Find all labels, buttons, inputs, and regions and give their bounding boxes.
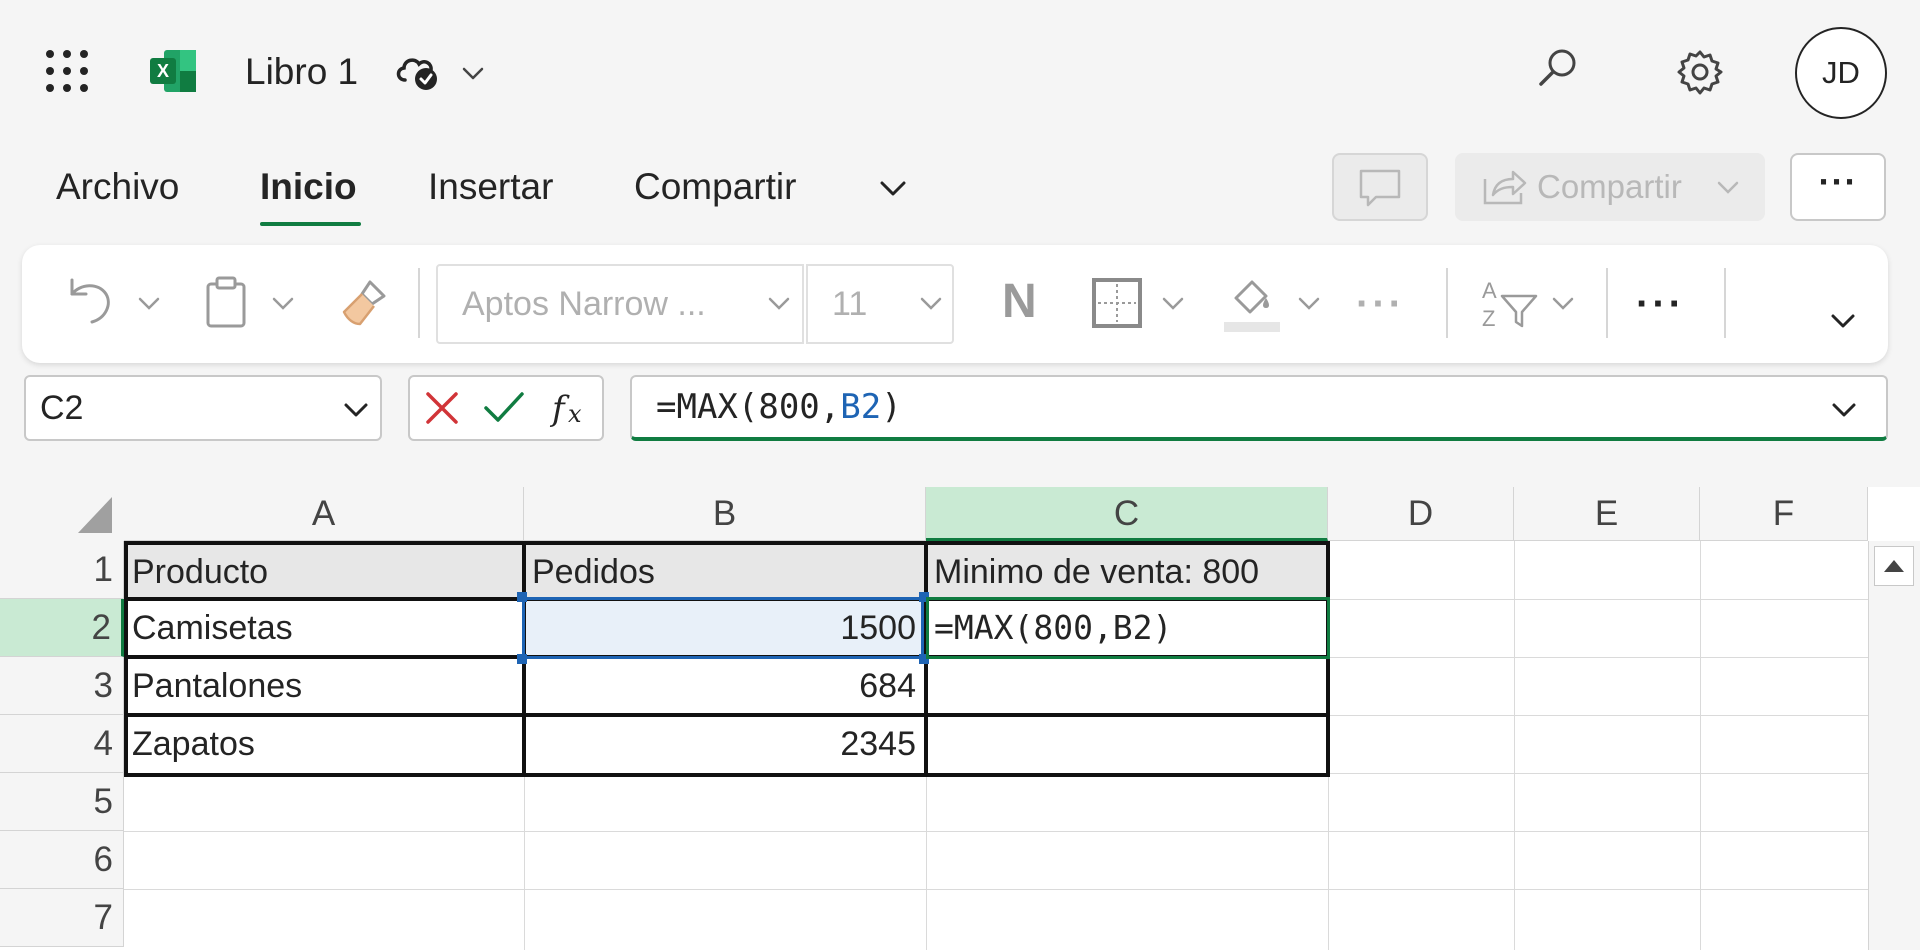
- excel-logo-icon: X: [150, 48, 198, 94]
- row-header-5[interactable]: 5: [0, 773, 124, 831]
- search-icon[interactable]: [1533, 44, 1583, 94]
- active-tab-indicator: [260, 222, 361, 226]
- reference-highlight-b2: [522, 597, 924, 659]
- format-painter-icon[interactable]: [336, 276, 390, 330]
- svg-text:Z: Z: [1482, 306, 1495, 331]
- bold-button[interactable]: N: [1002, 270, 1037, 334]
- column-header-c[interactable]: C: [926, 487, 1328, 541]
- share-icon: [1483, 170, 1527, 205]
- ribbon-separator: [1606, 268, 1608, 338]
- gridline: [124, 831, 1868, 832]
- borders-icon[interactable]: [1090, 276, 1144, 330]
- row-header-4[interactable]: 4: [0, 715, 124, 773]
- column-header-e[interactable]: E: [1514, 487, 1700, 541]
- name-box[interactable]: C2: [24, 375, 382, 441]
- ribbon-separator: [1724, 268, 1726, 338]
- row-header-2[interactable]: 2: [0, 599, 124, 657]
- font-name-chevron-down-icon[interactable]: [764, 288, 794, 318]
- row-header-3[interactable]: 3: [0, 657, 124, 715]
- tab-compartir[interactable]: Compartir: [634, 165, 796, 209]
- ribbon-separator: [418, 268, 420, 338]
- comments-button[interactable]: [1332, 153, 1428, 221]
- fill-color-icon[interactable]: [1222, 272, 1282, 334]
- table-border-column-c: [924, 541, 1330, 777]
- share-button-label: Compartir: [1537, 168, 1682, 205]
- font-size-chevron-down-icon[interactable]: [916, 288, 946, 318]
- clipboard-icon[interactable]: [202, 274, 252, 330]
- gear-icon[interactable]: [1672, 44, 1728, 100]
- column-header-b[interactable]: B: [524, 487, 926, 541]
- paste-chevron-down-icon[interactable]: [268, 288, 298, 318]
- share-button[interactable]: Compartir: [1455, 153, 1765, 221]
- undo-chevron-down-icon[interactable]: [134, 288, 164, 318]
- tab-inicio[interactable]: Inicio: [260, 165, 357, 209]
- sort-filter-icon[interactable]: A Z: [1478, 272, 1540, 334]
- share-chevron-down-icon: [1717, 181, 1739, 194]
- undo-icon[interactable]: [62, 272, 122, 332]
- svg-text:A: A: [1482, 278, 1497, 303]
- excel-logo-letter: X: [157, 61, 169, 81]
- expand-ribbon-chevron-down-icon[interactable]: [1826, 304, 1860, 338]
- fill-color-chevron-down-icon[interactable]: [1294, 288, 1324, 318]
- more-options-button[interactable]: ···: [1790, 153, 1886, 221]
- scroll-up-button[interactable]: [1874, 546, 1914, 586]
- more-tabs-chevron-icon[interactable]: [876, 174, 910, 204]
- reference-handle[interactable]: [517, 592, 527, 602]
- column-header-f[interactable]: F: [1700, 487, 1868, 541]
- name-box-chevron-down-icon[interactable]: [340, 393, 372, 425]
- row-header-6[interactable]: 6: [0, 831, 124, 889]
- gridline: [124, 889, 1868, 890]
- formula-text-suffix: ): [881, 387, 902, 427]
- table-border-column-b: [522, 541, 928, 777]
- cloud-saved-icon[interactable]: [393, 50, 441, 92]
- formula-reference: B2: [840, 387, 882, 427]
- user-avatar[interactable]: JD: [1795, 27, 1887, 119]
- confirm-entry-icon[interactable]: [480, 386, 528, 430]
- row-header-7[interactable]: 7: [0, 889, 124, 947]
- tab-archivo[interactable]: Archivo: [56, 165, 179, 209]
- reference-handle[interactable]: [517, 654, 527, 664]
- formula-input[interactable]: =MAX(800,B2): [630, 375, 1888, 441]
- sort-filter-chevron-down-icon[interactable]: [1548, 288, 1578, 318]
- column-header-d[interactable]: D: [1328, 487, 1514, 541]
- table-row-border: [124, 713, 1330, 717]
- expand-formula-chevron-down-icon[interactable]: [1828, 393, 1860, 425]
- active-cell-border: [926, 597, 1330, 659]
- more-font-options-button[interactable]: ···: [1356, 284, 1405, 324]
- insert-function-icon[interactable]: f x: [548, 382, 596, 434]
- document-title[interactable]: Libro 1: [245, 50, 358, 94]
- column-header-a[interactable]: A: [124, 487, 524, 541]
- select-all-corner[interactable]: [0, 487, 124, 541]
- more-ribbon-commands-button[interactable]: ···: [1636, 284, 1685, 324]
- row-header-1[interactable]: 1: [0, 541, 124, 599]
- vertical-scrollbar[interactable]: [1868, 541, 1920, 950]
- ribbon-separator: [1446, 268, 1448, 338]
- comment-icon: [1359, 169, 1401, 207]
- font-name-dropdown[interactable]: Aptos Narrow ...: [436, 264, 804, 344]
- svg-text:x: x: [568, 400, 582, 428]
- tab-insertar[interactable]: Insertar: [428, 165, 553, 209]
- app-launcher-icon[interactable]: [42, 46, 94, 98]
- formula-text-prefix: =MAX(800,: [656, 387, 841, 427]
- table-border-column-a: [124, 541, 526, 777]
- cancel-entry-icon[interactable]: [420, 386, 464, 430]
- svg-text:f: f: [549, 389, 570, 429]
- title-chevron-down-icon[interactable]: [458, 58, 488, 88]
- borders-chevron-down-icon[interactable]: [1158, 288, 1188, 318]
- ribbon-toolbar: [22, 245, 1888, 363]
